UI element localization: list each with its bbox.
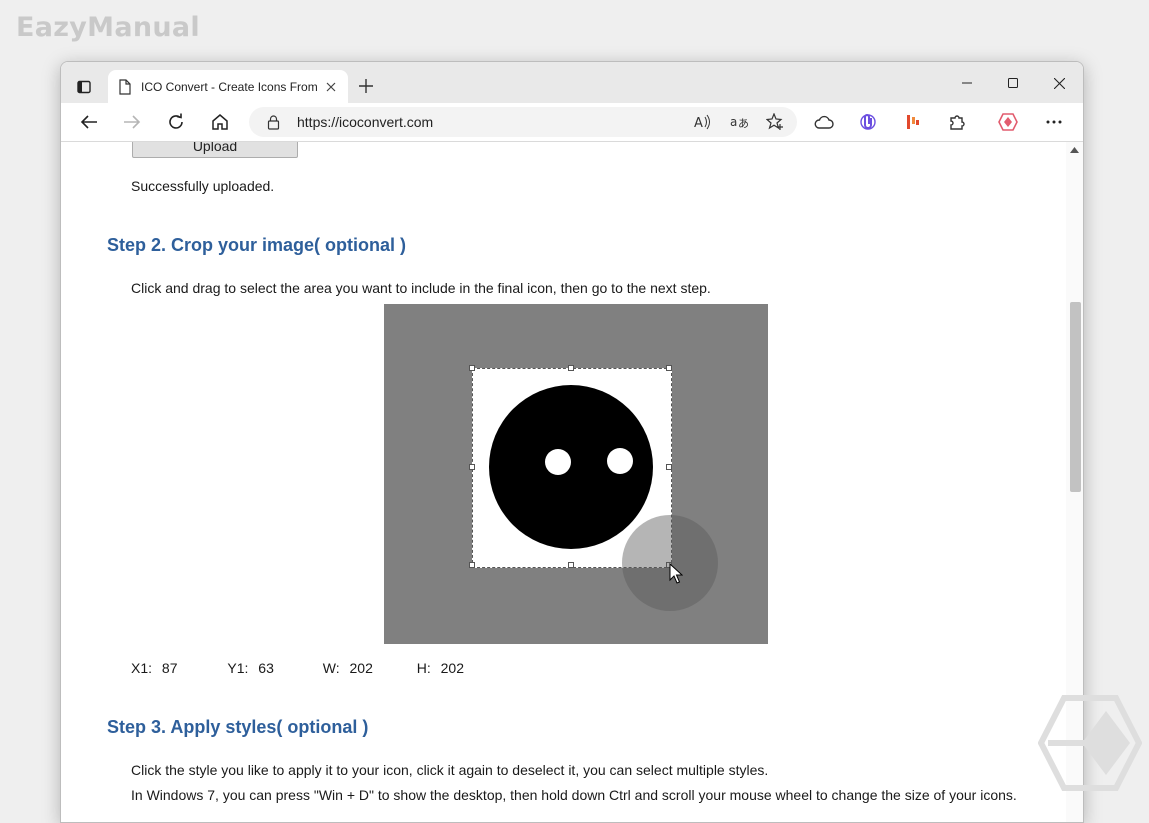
crop-handle-e[interactable] <box>666 464 672 470</box>
step3-line1: Click the style you like to apply it to … <box>131 762 769 778</box>
scrollbar-thumb[interactable] <box>1070 302 1081 492</box>
cloud-button[interactable] <box>809 108 839 136</box>
watermark-logo-icon <box>1038 695 1142 791</box>
browser-toolbar: https://icoconvert.com A aあ <box>61 103 1083 142</box>
minimize-button[interactable] <box>951 70 983 96</box>
step2-heading: Step 2. Crop your image( optional ) <box>107 235 407 255</box>
maximize-button[interactable] <box>997 70 1029 96</box>
close-window-icon <box>1053 77 1065 89</box>
browser-tab[interactable]: ICO Convert - Create Icons From <box>108 70 348 103</box>
crop-handle-ne[interactable] <box>666 365 672 371</box>
page-content: Upload Successfully uploaded. Step 2. Cr… <box>61 142 1065 822</box>
step2-instruction: Click and drag to select the area you wa… <box>131 280 711 296</box>
w-value: 202 <box>349 660 373 676</box>
refresh-icon <box>169 113 183 129</box>
watermark-logo-text: EazyManual <box>16 12 200 43</box>
read-aloud-icon[interactable]: A <box>694 114 712 130</box>
url-text: https://icoconvert.com <box>297 114 434 130</box>
minimize-icon <box>962 82 972 84</box>
more-icon <box>1046 120 1062 124</box>
title-bar: ICO Convert - Create Icons From <box>61 62 1083 103</box>
plus-icon <box>359 79 373 93</box>
tab-actions-icon <box>77 80 91 94</box>
maximize-icon <box>1008 78 1018 88</box>
home-icon <box>212 114 228 130</box>
paperclip-icon <box>860 114 876 130</box>
crop-handle-w[interactable] <box>469 464 475 470</box>
forward-button[interactable] <box>117 108 147 136</box>
h-value: 202 <box>440 660 464 676</box>
close-window-button[interactable] <box>1043 70 1075 96</box>
h-label: H: <box>416 660 431 676</box>
tab-close-button[interactable] <box>324 80 338 94</box>
scroll-up-arrow-icon[interactable] <box>1070 147 1079 153</box>
refresh-button[interactable] <box>161 108 191 136</box>
svg-text:a: a <box>730 115 737 129</box>
settings-menu-button[interactable] <box>1039 108 1069 136</box>
browser-window: ICO Convert - Create Icons From https://… <box>60 61 1084 823</box>
y1-label: Y1: <box>227 660 249 676</box>
step3-heading: Step 3. Apply styles( optional ) <box>107 717 369 737</box>
address-bar[interactable]: https://icoconvert.com A aあ <box>249 107 797 137</box>
cloud-icon <box>814 115 834 129</box>
extension-button-3[interactable] <box>993 108 1023 136</box>
puzzle-icon <box>950 115 965 130</box>
upload-status: Successfully uploaded. <box>131 178 275 194</box>
translate-icon[interactable]: aあ <box>730 114 748 130</box>
crop-coordinates: X1: 87 Y1: 63 W: 202 H: 202 <box>131 660 464 676</box>
svg-text:A: A <box>694 116 703 130</box>
page-icon <box>119 78 131 95</box>
mouse-cursor-icon <box>669 563 683 584</box>
svg-text:あ: あ <box>738 117 748 130</box>
x1-label: X1: <box>131 660 153 676</box>
w-label: W: <box>322 660 340 676</box>
extensions-button[interactable] <box>942 108 972 136</box>
x1-value: 87 <box>161 660 178 676</box>
step3-line2: In Windows 7, you can press "Win + D" to… <box>131 787 1017 803</box>
add-favorite-icon[interactable] <box>766 113 785 131</box>
y1-value: 63 <box>258 660 274 676</box>
crop-handle-sw[interactable] <box>469 562 475 568</box>
crop-handle-nw[interactable] <box>469 365 475 371</box>
hexagon-icon <box>998 113 1018 131</box>
back-arrow-icon <box>80 115 97 129</box>
extension-button-2[interactable] <box>898 108 928 136</box>
crop-handle-s[interactable] <box>568 562 574 568</box>
crop-canvas[interactable] <box>384 304 768 644</box>
lock-icon <box>267 115 280 130</box>
extension-button-1[interactable] <box>853 108 883 136</box>
home-button[interactable] <box>205 108 235 136</box>
bars-icon <box>907 115 919 129</box>
upload-button[interactable]: Upload <box>132 142 298 158</box>
tab-actions-button[interactable] <box>71 74 97 100</box>
new-tab-button[interactable] <box>355 75 377 97</box>
back-button[interactable] <box>74 108 104 136</box>
forward-arrow-icon <box>124 115 141 129</box>
close-icon <box>326 82 336 91</box>
crop-handle-n[interactable] <box>568 365 574 371</box>
tab-title: ICO Convert - Create Icons From <box>141 79 318 94</box>
